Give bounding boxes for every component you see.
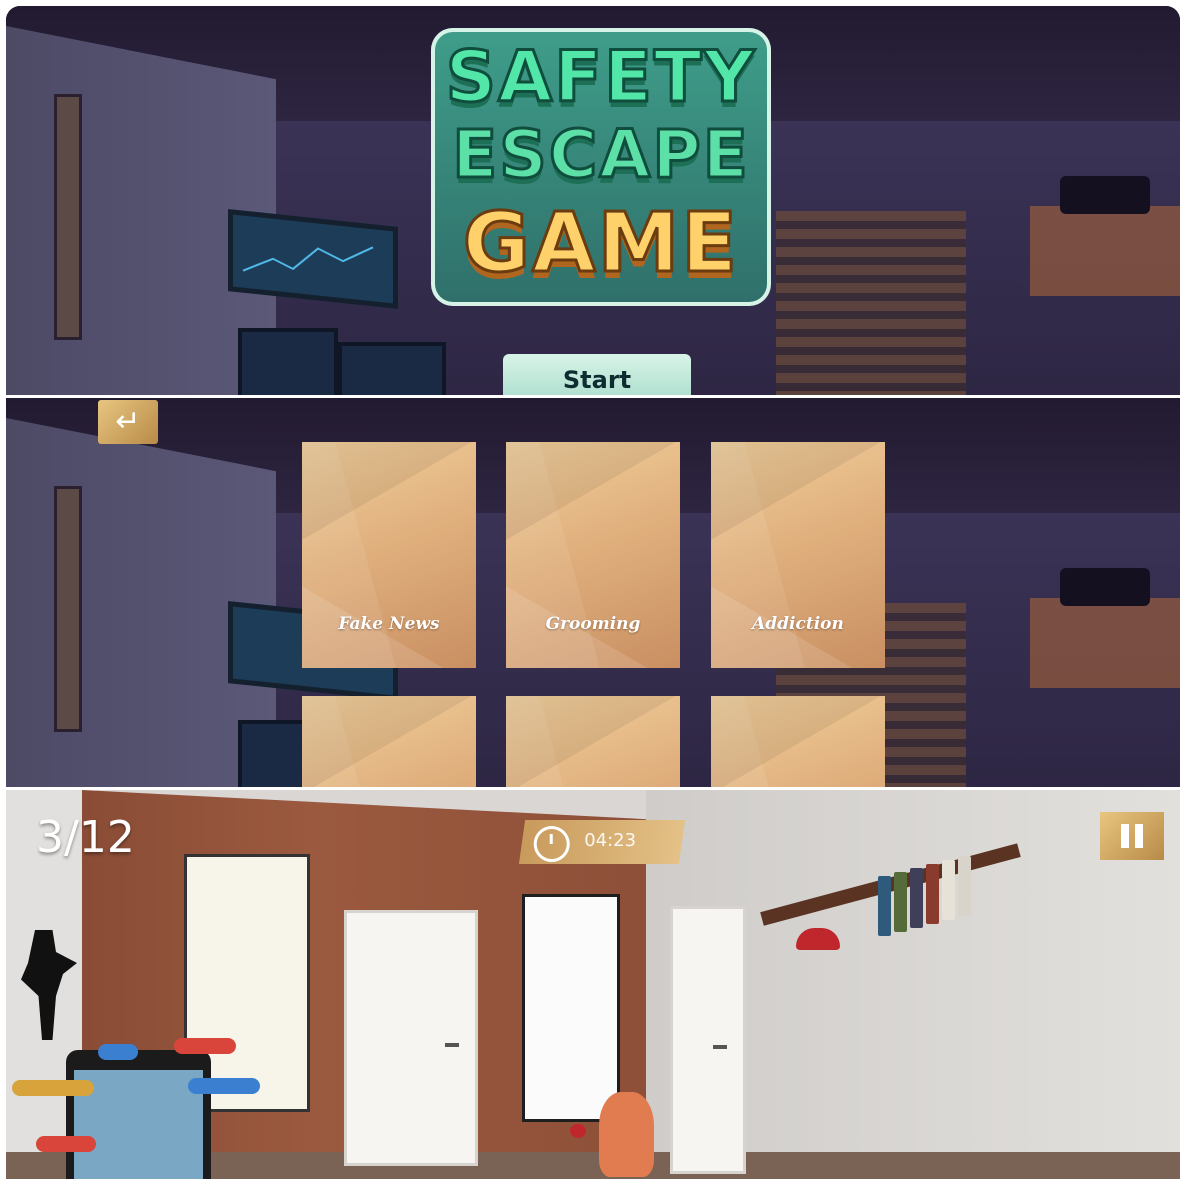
poster-cyberbullying[interactable] [522,894,620,1122]
card-label: Grooming [545,614,641,634]
red-cap[interactable] [796,928,840,950]
book[interactable] [910,868,923,928]
chat-bubble [188,1078,260,1094]
category-card[interactable] [302,696,476,787]
title-screen: SAFETY ESCAPE GAME Start [6,6,1180,395]
wall-lamp [54,94,82,340]
category-card-grooming[interactable]: Grooming [506,442,680,668]
gameplay-screen: 3/12 04:23 [6,790,1180,1179]
game-logo: SAFETY ESCAPE GAME [431,28,771,306]
desk-monitor [338,342,446,395]
chart-graphic [242,246,374,272]
timer-badge: 04:23 [518,820,686,864]
heart-icon[interactable] [570,1124,586,1138]
book[interactable] [942,860,955,920]
timer-text: 04:23 [584,830,637,851]
logo-line-game: GAME [461,195,740,293]
player-character [599,1092,654,1177]
category-card[interactable] [506,696,680,787]
start-button[interactable]: Start [503,354,691,395]
category-screen: ↵ Fake News Grooming Addiction [6,398,1180,787]
phone-prop[interactable] [66,1050,211,1179]
chat-bubble [174,1038,236,1054]
alarm-clock-icon [533,826,570,862]
level-counter: 3/12 [36,812,135,863]
door-left[interactable] [344,910,478,1166]
book[interactable] [894,872,907,932]
logo-line-safety: SAFETY [444,35,757,120]
logo-line-escape: ESCAPE [451,115,750,195]
speaker [1060,568,1150,606]
wall-lamp [54,486,82,732]
back-button[interactable]: ↵ [98,400,158,444]
desk-monitor [238,328,338,395]
chat-bubble [98,1044,138,1060]
category-card-addiction[interactable]: Addiction [711,442,885,668]
card-label: Fake News [338,614,440,634]
card-label: Addiction [752,614,844,634]
book[interactable] [958,856,971,916]
pause-button[interactable] [1100,812,1164,860]
chat-bubble [36,1136,96,1152]
book[interactable] [878,876,891,936]
book[interactable] [926,864,939,924]
window-blinds [776,211,966,395]
door-right[interactable] [670,906,746,1174]
category-card-fake-news[interactable]: Fake News [302,442,476,668]
return-arrow-icon: ↵ [115,404,141,439]
wall-shelf [1030,206,1180,296]
wall-shelf [1030,598,1180,688]
chat-bubble [12,1080,94,1096]
speaker [1060,176,1150,214]
category-card[interactable] [711,696,885,787]
